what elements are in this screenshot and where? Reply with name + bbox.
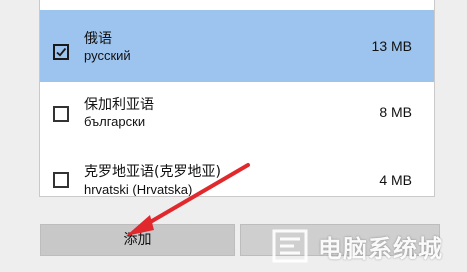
list-item-croatian[interactable]: 克罗地亚语(克罗地亚) hrvatski (Hrvatska) 4 MB xyxy=(40,152,434,197)
list-item-bulgarian[interactable]: 保加利亚语 български 8 MB xyxy=(40,82,434,154)
watermark: 电脑系统城 xyxy=(270,226,443,266)
watermark-text: 电脑系统城 xyxy=(318,234,443,263)
language-name: 保加利亚语 xyxy=(84,97,154,113)
language-size: 8 MB xyxy=(379,104,412,120)
check-icon xyxy=(56,47,67,57)
language-picker-panel: 俄语 русский 13 MB 保加利亚语 български 8 MB 克罗… xyxy=(0,0,467,215)
language-name: 克罗地亚语(克罗地亚) xyxy=(84,164,221,180)
language-native-name: български xyxy=(84,114,146,129)
checkbox-russian[interactable] xyxy=(53,44,69,60)
list-item-russian[interactable]: 俄语 русский 13 MB xyxy=(40,10,434,82)
checkbox-bulgarian[interactable] xyxy=(53,106,69,122)
language-list[interactable]: 俄语 русский 13 MB 保加利亚语 български 8 MB 克罗… xyxy=(39,0,435,197)
watermark-logo-icon xyxy=(270,227,310,265)
language-native-name: hrvatski (Hrvatska) xyxy=(84,182,193,197)
language-size: 13 MB xyxy=(371,38,412,54)
add-button[interactable]: 添加 xyxy=(40,224,235,256)
language-size: 4 MB xyxy=(379,172,412,188)
language-name: 俄语 xyxy=(84,31,112,47)
language-native-name: русский xyxy=(84,48,131,63)
checkbox-croatian[interactable] xyxy=(53,172,69,188)
